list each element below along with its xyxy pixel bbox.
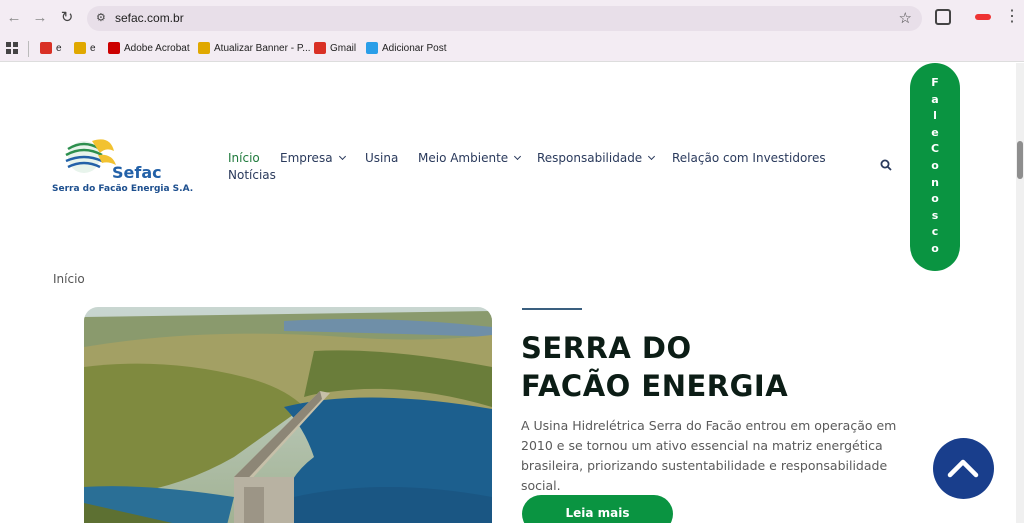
bookmark-favicon-icon (74, 42, 86, 54)
acrobat-icon (108, 42, 120, 54)
contact-letter: o (931, 241, 939, 255)
chevron-down-icon (338, 152, 346, 161)
profile-icon[interactable] (975, 14, 991, 20)
bookmark-gmail[interactable]: Gmail (314, 42, 356, 54)
nav-noticias[interactable]: Notícias (228, 168, 276, 182)
contact-letter: C (930, 142, 940, 156)
bookmark-label: Atualizar Banner - P... (214, 42, 311, 54)
page-scrollbar[interactable] (1016, 63, 1024, 523)
bookmarks-divider (28, 41, 29, 57)
contact-letter: o (931, 192, 939, 206)
nav-meio-ambiente-label: Meio Ambiente (418, 151, 509, 165)
address-bar[interactable]: ⚙ sefac.com.br ☆ (87, 6, 922, 31)
nav-responsabilidade-label: Responsabilidade (537, 151, 643, 165)
contact-letter: e (931, 125, 939, 139)
gmail-icon (314, 42, 326, 54)
fale-conosco-button[interactable]: F a l e C o n o s c o (910, 63, 960, 271)
bookmark-label: Adobe Acrobat (124, 42, 190, 54)
site-logo[interactable]: Sefac Serra do Facão Energia S.A. (52, 135, 193, 197)
apps-grid-icon[interactable] (6, 42, 18, 54)
nav-meio-ambiente[interactable]: Meio Ambiente (418, 151, 522, 165)
chevron-down-icon (648, 152, 656, 161)
nav-empresa[interactable]: Empresa (280, 151, 346, 165)
url-text[interactable]: sefac.com.br (115, 11, 184, 25)
bookmark-label: Gmail (330, 42, 357, 54)
bookmark-star-icon[interactable]: ☆ (899, 9, 912, 27)
hero-heading: SERRA DO FACÃO ENERGIA (521, 329, 788, 405)
nav-responsabilidade[interactable]: Responsabilidade (537, 151, 656, 165)
bookmark-adicionar-post[interactable]: Adicionar Post (366, 42, 446, 54)
web-page: Sefac Serra do Facão Energia S.A. Início… (0, 63, 1024, 523)
bookmark-favicon-icon (366, 42, 378, 54)
extensions-icon[interactable] (935, 9, 951, 25)
bookmark-2[interactable]: e (74, 42, 96, 54)
logo-name: Sefac (112, 163, 162, 182)
nav-relacao-investidores[interactable]: Relação com Investidores (672, 151, 826, 165)
logo-subtitle: Serra do Facão Energia S.A. (52, 184, 194, 194)
scroll-to-top-button[interactable] (933, 438, 994, 499)
forward-icon[interactable]: → (31, 9, 49, 27)
heading-accent-line (522, 308, 582, 310)
gmail-icon (40, 42, 52, 54)
breadcrumb[interactable]: Início (53, 272, 85, 286)
dam-photo (84, 307, 492, 523)
bookmark-label: e (56, 42, 62, 54)
contact-letter: a (931, 92, 939, 106)
dam-aerial-image (84, 307, 492, 523)
hero-heading-line1: SERRA DO (521, 331, 692, 365)
browser-menu-icon[interactable]: ⋮ (1004, 9, 1020, 25)
scrollbar-thumb[interactable] (1017, 141, 1023, 179)
bookmark-label: e (90, 42, 96, 54)
contact-letter: c (931, 225, 939, 239)
hero-heading-line2: FACÃO ENERGIA (521, 369, 789, 403)
bookmarks-bar: e e Adobe Acrobat Atualizar Banner - P..… (0, 36, 1024, 62)
site-info-icon[interactable]: ⚙ (96, 12, 108, 24)
nav-usina[interactable]: Usina (365, 151, 398, 165)
chevron-down-icon (514, 152, 522, 161)
bookmark-favicon-icon (198, 42, 210, 54)
leia-mais-button[interactable]: Leia mais (522, 495, 673, 523)
browser-toolbar: ← → ↻ ⚙ sefac.com.br ☆ ⋮ (0, 0, 1024, 36)
bookmark-atualizar-banner[interactable]: Atualizar Banner - P... (198, 42, 311, 54)
contact-letter: l (933, 109, 937, 123)
bookmark-adobe-acrobat[interactable]: Adobe Acrobat (108, 42, 190, 54)
chevron-up-icon (947, 459, 979, 478)
nav-inicio[interactable]: Início (228, 151, 260, 165)
bookmark-label: Adicionar Post (382, 42, 447, 54)
contact-letter: n (931, 175, 939, 189)
contact-letter: o (931, 158, 939, 172)
contact-letter: s (931, 208, 939, 222)
hero-description: A Usina Hidrelétrica Serra do Facão entr… (521, 418, 897, 493)
contact-letter: F (931, 76, 939, 89)
nav-empresa-label: Empresa (280, 151, 333, 165)
reload-icon[interactable]: ↻ (58, 9, 76, 27)
back-icon[interactable]: ← (5, 9, 23, 27)
search-icon[interactable] (880, 159, 892, 171)
bookmark-gmail-1[interactable]: e (40, 42, 62, 54)
